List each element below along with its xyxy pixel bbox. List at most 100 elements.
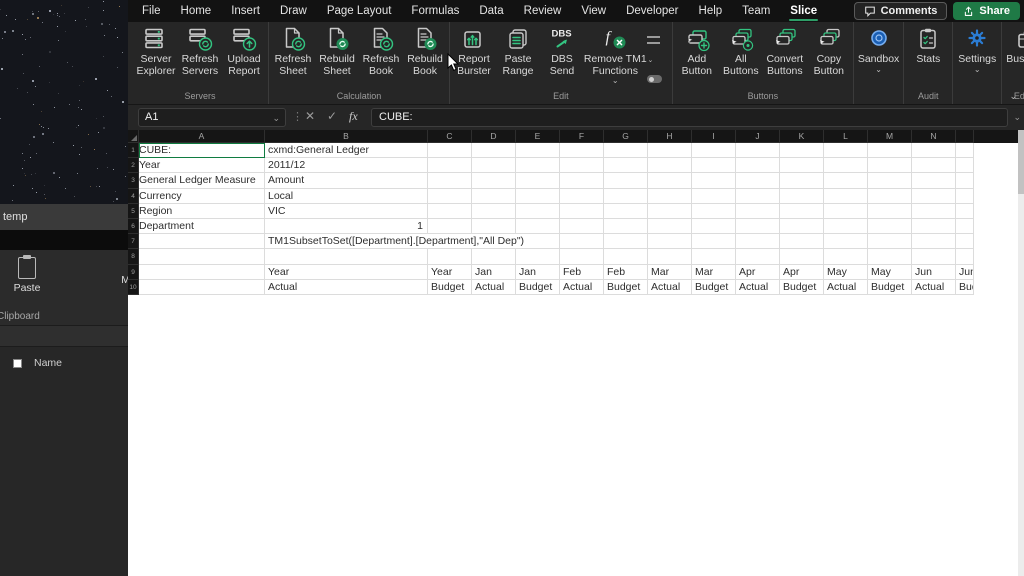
cell-B10[interactable]: Actual bbox=[265, 279, 428, 295]
cell-F3[interactable] bbox=[560, 173, 604, 189]
insert-function-icon[interactable]: fx bbox=[349, 109, 358, 124]
cell-G10[interactable]: Budget bbox=[604, 279, 648, 295]
cell-B5[interactable]: VIC bbox=[265, 203, 428, 219]
menu-tab-slice[interactable]: Slice bbox=[780, 0, 827, 22]
name-box-chevron-icon[interactable]: ⌄ bbox=[272, 110, 280, 126]
menu-tab-file[interactable]: File bbox=[128, 0, 171, 22]
cell-E8[interactable] bbox=[516, 249, 560, 265]
cell-E3[interactable] bbox=[516, 173, 560, 189]
menu-tab-page-layout[interactable]: Page Layout bbox=[317, 0, 402, 22]
ribbon-button-server-explorer[interactable]: Server Explorer bbox=[134, 22, 178, 77]
cell-J4[interactable] bbox=[736, 188, 780, 204]
cell-F7[interactable] bbox=[560, 234, 604, 250]
cell-J5[interactable] bbox=[736, 203, 780, 219]
cell-K1[interactable] bbox=[780, 143, 824, 159]
row-header-2[interactable]: 2 bbox=[128, 158, 139, 174]
cell-L10[interactable]: Actual bbox=[824, 279, 868, 295]
column-header-G[interactable]: G bbox=[604, 130, 648, 143]
cell-B6[interactable]: 1 bbox=[265, 218, 428, 235]
cell-D9[interactable]: Jan bbox=[472, 264, 516, 280]
cell-H3[interactable] bbox=[648, 173, 692, 189]
cell-N1[interactable] bbox=[912, 143, 956, 159]
cell-H1[interactable] bbox=[648, 143, 692, 159]
cell-C4[interactable] bbox=[428, 188, 472, 204]
cell-A7[interactable] bbox=[139, 234, 265, 250]
cell-L5[interactable] bbox=[824, 203, 868, 219]
cell-G3[interactable] bbox=[604, 173, 648, 189]
column-header-B[interactable]: B bbox=[265, 130, 428, 143]
cell-A3[interactable]: General Ledger Measure bbox=[139, 173, 265, 189]
cell-partial[interactable]: Budget bbox=[956, 279, 974, 295]
ribbon-button-copy-button[interactable]: Copy Button bbox=[807, 22, 851, 77]
ribbon-button-add-button[interactable]: Add Button bbox=[675, 22, 719, 77]
cell-K2[interactable] bbox=[780, 158, 824, 174]
cell-F10[interactable]: Actual bbox=[560, 279, 604, 295]
menu-tab-draw[interactable]: Draw bbox=[270, 0, 317, 22]
cell-M4[interactable] bbox=[868, 188, 912, 204]
cell-N5[interactable] bbox=[912, 203, 956, 219]
cell-F5[interactable] bbox=[560, 203, 604, 219]
cell-N8[interactable] bbox=[912, 249, 956, 265]
cell-J2[interactable] bbox=[736, 158, 780, 174]
ribbon-button-refresh-servers[interactable]: Refresh Servers bbox=[178, 22, 222, 77]
ribbon-button-remove-tm1-functions[interactable]: f Remove TM1 Functions ⌄ bbox=[584, 22, 647, 85]
column-header-M[interactable]: M bbox=[868, 130, 912, 143]
ribbon-button-rebuild-sheet[interactable]: Rebuild Sheet bbox=[315, 22, 359, 77]
cell-D5[interactable] bbox=[472, 203, 516, 219]
cell-B7[interactable]: TM1SubsetToSet([Department].[Department]… bbox=[265, 234, 527, 250]
cell-L8[interactable] bbox=[824, 249, 868, 265]
menu-tab-team[interactable]: Team bbox=[732, 0, 780, 22]
cell-I6[interactable] bbox=[692, 218, 736, 235]
cell-C3[interactable] bbox=[428, 173, 472, 189]
cell-I9[interactable]: Mar bbox=[692, 264, 736, 280]
cell-M3[interactable] bbox=[868, 173, 912, 189]
column-header-K[interactable]: K bbox=[780, 130, 824, 143]
expand-formula-bar-icon[interactable]: ⌄ bbox=[1013, 112, 1021, 123]
cell-K3[interactable] bbox=[780, 173, 824, 189]
cell-C6[interactable] bbox=[428, 218, 472, 235]
cell-L9[interactable]: May bbox=[824, 264, 868, 280]
ribbon-button-rebuild-book[interactable]: Rebuild Book bbox=[403, 22, 447, 77]
cell-I8[interactable] bbox=[692, 249, 736, 265]
cell-C10[interactable]: Budget bbox=[428, 279, 472, 295]
cell-partial[interactable] bbox=[956, 249, 974, 265]
ribbon-button-upload-report[interactable]: Upload Report bbox=[222, 22, 266, 77]
menu-tab-developer[interactable]: Developer bbox=[616, 0, 688, 22]
cell-H5[interactable] bbox=[648, 203, 692, 219]
cell-A2[interactable]: Year bbox=[139, 158, 265, 174]
cell-F6[interactable] bbox=[560, 218, 604, 235]
collapse-ribbon-icon[interactable]: ⌄ bbox=[1009, 91, 1017, 102]
row-header-3[interactable]: 3 bbox=[128, 173, 139, 189]
cell-D8[interactable] bbox=[472, 249, 516, 265]
column-header-H[interactable]: H bbox=[648, 130, 692, 143]
column-header-D[interactable]: D bbox=[472, 130, 516, 143]
comments-button[interactable]: Comments bbox=[853, 2, 948, 20]
menu-tab-data[interactable]: Data bbox=[469, 0, 513, 22]
column-header-E[interactable]: E bbox=[516, 130, 560, 143]
cell-I10[interactable]: Budget bbox=[692, 279, 736, 295]
column-header-F[interactable]: F bbox=[560, 130, 604, 143]
cell-partial[interactable] bbox=[956, 188, 974, 204]
cell-I3[interactable] bbox=[692, 173, 736, 189]
list-options-icon[interactable]: ⌄ bbox=[647, 31, 666, 67]
cell-A6[interactable]: Department bbox=[139, 218, 265, 235]
cell-J10[interactable]: Actual bbox=[736, 279, 780, 295]
cell-C9[interactable]: Year bbox=[428, 264, 472, 280]
cell-B8[interactable] bbox=[265, 249, 428, 265]
address-bar[interactable] bbox=[0, 326, 128, 347]
cell-partial[interactable] bbox=[956, 218, 974, 235]
menu-tab-formulas[interactable]: Formulas bbox=[401, 0, 469, 22]
name-column-header[interactable]: Name bbox=[34, 357, 62, 369]
cell-H6[interactable] bbox=[648, 218, 692, 235]
cell-F2[interactable] bbox=[560, 158, 604, 174]
cell-H4[interactable] bbox=[648, 188, 692, 204]
cell-M2[interactable] bbox=[868, 158, 912, 174]
ribbon-button-paste-range[interactable]: Paste Range bbox=[496, 22, 540, 77]
cell-F9[interactable]: Feb bbox=[560, 264, 604, 280]
cell-N3[interactable] bbox=[912, 173, 956, 189]
cell-partial[interactable] bbox=[956, 173, 974, 189]
cell-B3[interactable]: Amount bbox=[265, 173, 428, 189]
vertical-scrollbar[interactable] bbox=[1018, 130, 1024, 576]
cell-A9[interactable] bbox=[139, 264, 265, 280]
cell-C1[interactable] bbox=[428, 143, 472, 159]
